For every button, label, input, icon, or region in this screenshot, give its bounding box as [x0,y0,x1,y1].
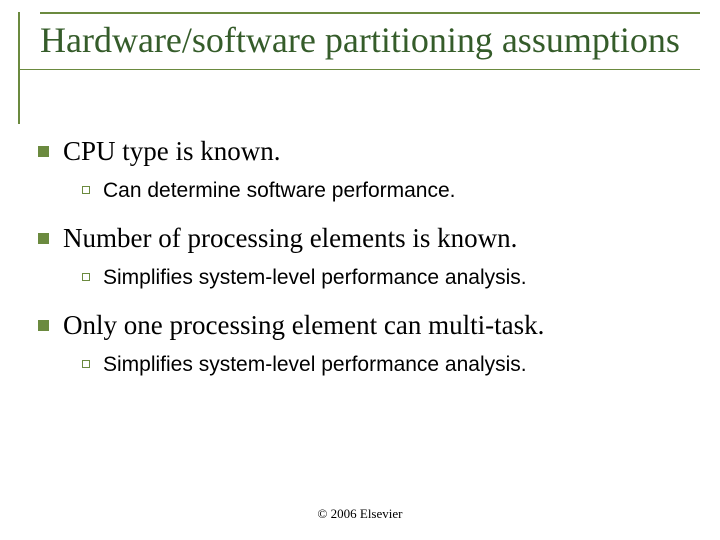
bullet-text: CPU type is known. [63,135,281,169]
bullet-text: Only one processing element can multi-ta… [63,309,544,343]
bullet-level1: Only one processing element can multi-ta… [38,309,690,343]
hollow-square-bullet-icon [82,273,90,281]
slide-title: Hardware/software partitioning assumptio… [18,16,700,67]
hollow-square-bullet-icon [82,360,90,368]
slide-body: CPU type is known. Can determine softwar… [38,135,690,396]
title-region: Hardware/software partitioning assumptio… [18,12,700,70]
bullet-level1: CPU type is known. [38,135,690,169]
title-rule-top [40,12,700,14]
title-rule-left [18,12,20,124]
bullet-level2: Simplifies system-level performance anal… [82,351,690,378]
footer-copyright: © 2006 Elsevier [0,506,720,522]
square-bullet-icon [38,320,49,331]
bullet-text: Number of processing elements is known. [63,222,517,256]
bullet-level1: Number of processing elements is known. [38,222,690,256]
sub-bullet-text: Can determine software performance. [103,177,456,204]
sub-bullet-text: Simplifies system-level performance anal… [103,351,527,378]
bullet-level2: Can determine software performance. [82,177,690,204]
title-rule-bottom [18,69,700,70]
hollow-square-bullet-icon [82,186,90,194]
bullet-level2: Simplifies system-level performance anal… [82,264,690,291]
sub-bullet-text: Simplifies system-level performance anal… [103,264,527,291]
slide: Hardware/software partitioning assumptio… [0,0,720,540]
square-bullet-icon [38,146,49,157]
square-bullet-icon [38,233,49,244]
